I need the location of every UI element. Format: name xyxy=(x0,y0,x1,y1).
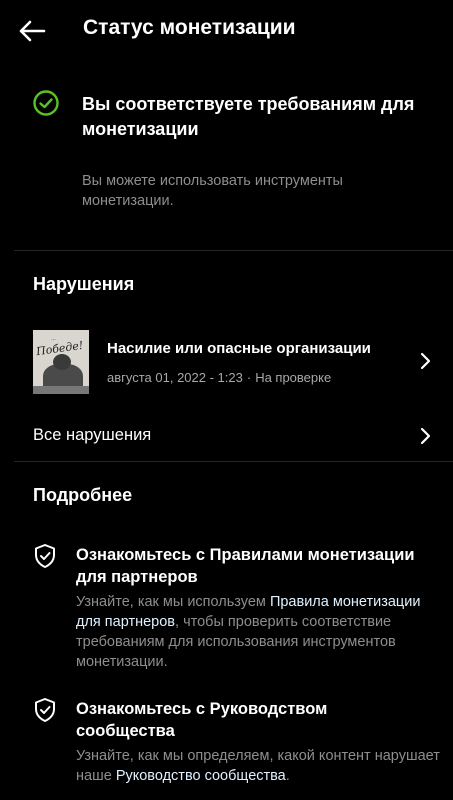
info-description: Узнайте, как мы определяем, какой контен… xyxy=(76,748,440,784)
community-guidelines-link[interactable]: Руководство сообщества xyxy=(116,768,286,784)
shield-check-icon xyxy=(35,544,55,568)
check-circle-icon xyxy=(33,90,59,116)
info-description: Узнайте, как мы используем Правила монет… xyxy=(76,594,421,670)
arrow-left-icon xyxy=(19,20,46,42)
violation-item[interactable]: ... Победе! Насилие или опасные организа… xyxy=(0,320,453,402)
info-title: Ознакомьтесь с Руководством сообщества xyxy=(76,700,328,740)
divider xyxy=(14,250,453,251)
all-violations-label: Все нарушения xyxy=(33,426,152,444)
status-description: Вы можете использовать инструменты монет… xyxy=(82,173,343,209)
meta-separator: · xyxy=(246,370,252,385)
all-violations-link[interactable]: Все нарушения xyxy=(0,416,453,456)
chevron-right-icon xyxy=(420,352,431,370)
violation-title: Насилие или опасные организации xyxy=(107,340,371,357)
violations-section-title: Нарушения xyxy=(33,274,135,294)
back-button[interactable] xyxy=(14,14,50,48)
partner-monetization-policies-item[interactable]: Ознакомьтесь с Правилами монетизации для… xyxy=(0,540,453,670)
violation-meta: августа 01, 2022 - 1:23 · На проверке xyxy=(107,370,331,385)
info-title: Ознакомьтесь с Правилами монетизации для… xyxy=(76,546,415,586)
page-title: Статус монетизации xyxy=(83,16,296,39)
chevron-right-icon xyxy=(420,427,431,445)
shield-check-icon xyxy=(35,698,55,722)
violation-thumbnail: ... Победе! xyxy=(33,330,89,394)
violation-status: На проверке xyxy=(255,370,332,385)
header: Статус монетизации xyxy=(0,0,453,62)
status-title: Вы соответствуете требованиям для монети… xyxy=(82,94,415,139)
divider xyxy=(14,461,453,462)
more-section-title: Подробнее xyxy=(33,485,133,505)
community-guidelines-item[interactable]: Ознакомьтесь с Руководством сообщества У… xyxy=(0,694,453,794)
violation-date: августа 01, 2022 - 1:23 xyxy=(107,370,243,385)
